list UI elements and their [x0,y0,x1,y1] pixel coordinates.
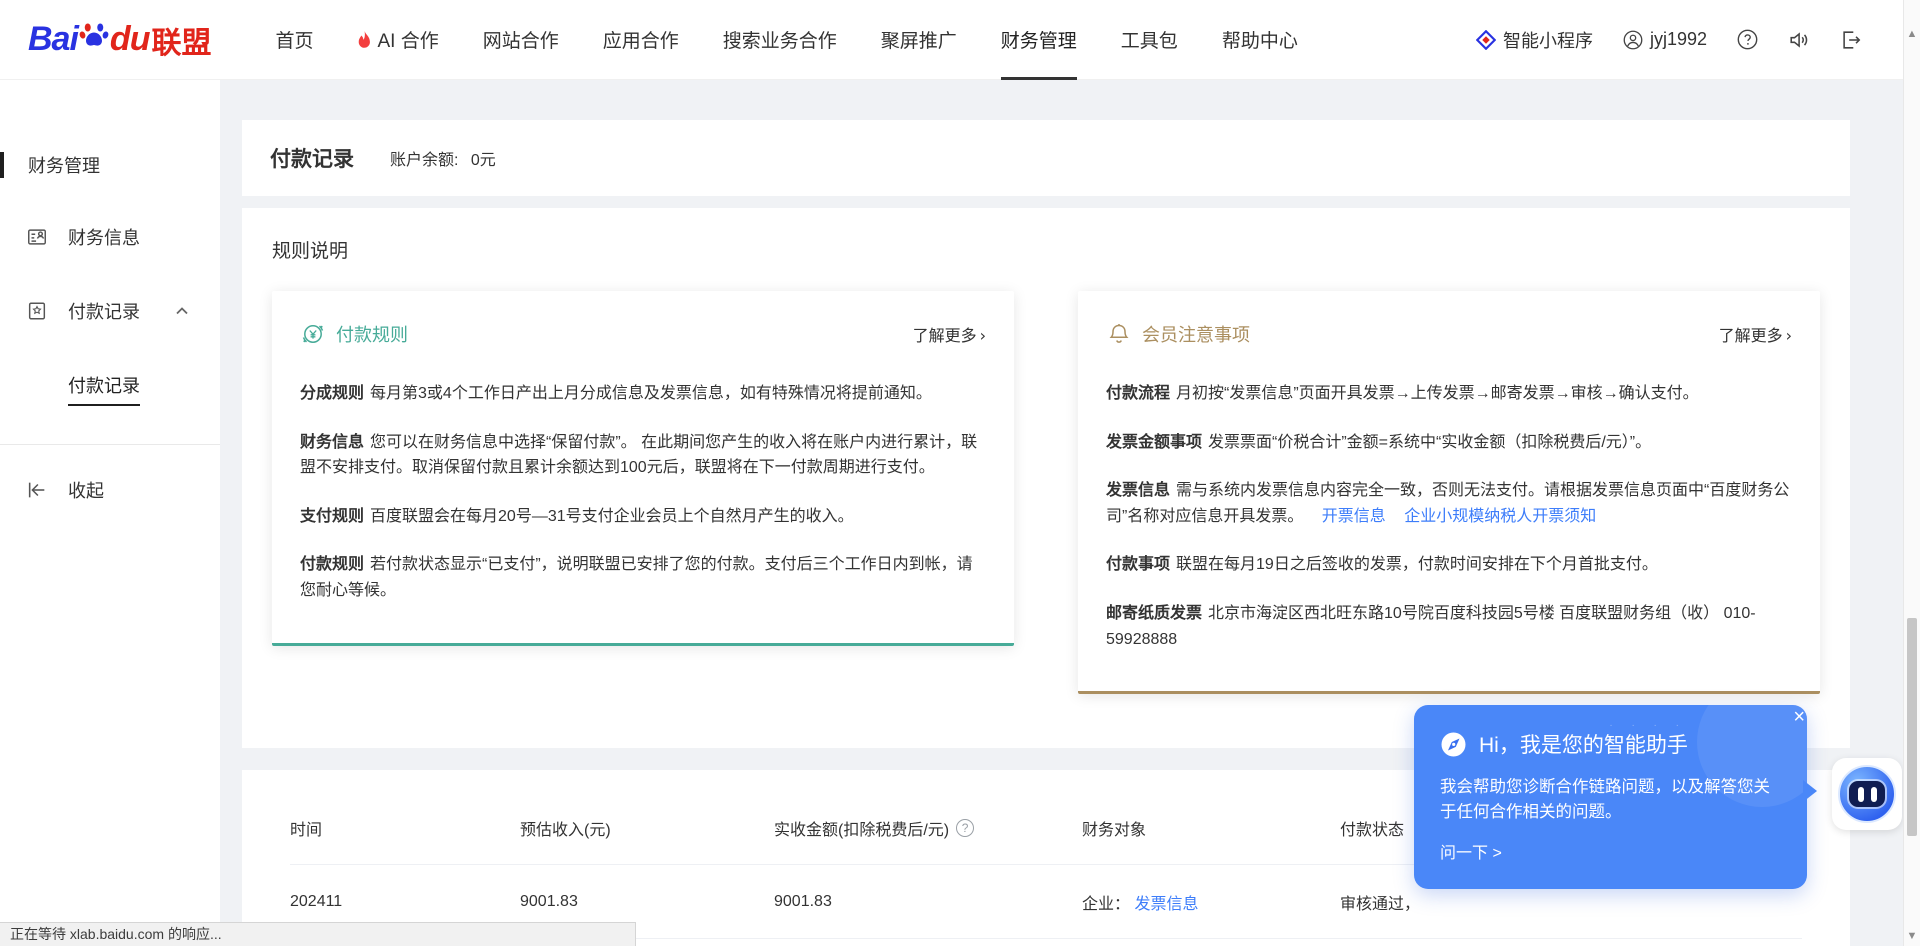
browser-status-bar: 正在等待 xlab.baidu.com 的响应... [0,922,636,946]
id-card-icon [26,226,48,248]
rule-item: 发票金额事项发票票面“价税合计”金额=系统中“实收金额（扣除税费后/元）”。 [1106,430,1792,456]
cell-entity: 企业： 发票信息 [1082,865,1340,939]
assistant-message: 我会帮助您诊断合作链路问题，以及解答您关于任何合作相关的问题。 [1440,775,1781,825]
nav-item-toolkit[interactable]: 工具包 [1099,0,1200,80]
nav-item-ai[interactable]: AI 合作 [335,0,460,80]
close-icon[interactable]: × [1793,707,1805,727]
ask-link[interactable]: 问一下 > [1440,839,1781,863]
cell-actual: -- [774,939,1082,946]
nav-item-finance[interactable]: 财务管理 [979,0,1099,80]
sidebar-divider [0,444,220,445]
rule-item: 财务信息您可以在财务信息中选择“保留付款”。 在此期间您产生的收入将在账户内进行… [300,430,986,481]
scrollbar-thumb[interactable] [1907,618,1917,836]
col-time: 时间 [290,786,520,865]
coin-icon [300,321,326,347]
account-balance-value: 0元 [471,152,496,169]
vertical-scrollbar[interactable]: ▲ ▼ [1903,0,1920,946]
popup-arrow [1803,780,1817,802]
nav-item-home[interactable]: 首页 [253,0,335,80]
sidebar-collapse-button[interactable]: 收起 [0,477,220,503]
baidu-union-logo[interactable]: Bai du 联盟 [28,18,211,62]
rule-item: 邮寄纸质发票北京市海淀区西北旺东路10号院百度科技园5号楼 百度联盟财务组（收）… [1106,601,1792,652]
logo-text-bai: Bai [28,20,78,59]
invoice-info-link[interactable]: 开票信息 [1322,508,1386,525]
scroll-down-arrow[interactable]: ▼ [1904,930,1920,942]
nav-item-website-coop[interactable]: 网站合作 [461,0,581,80]
chevron-up-icon[interactable] [174,303,190,319]
sidebar-section-title: 财务管理 [0,152,220,178]
rule-item: 分成规则每月第3或4个工作日产出上月分成信息及发票信息，如有特殊情况将提前通知。 [300,381,986,407]
invoice-info-cell-link[interactable]: 发票信息 [1134,896,1198,913]
bell-icon [1106,321,1132,347]
account-balance: 账户余额: 0元 [390,146,496,170]
rule-item: 付款流程月初按“发票信息”页面开具发票→上传发票→邮寄发票→审核→确认支付。 [1106,381,1792,407]
paw-icon [79,20,109,50]
small-taxpayer-guide-link[interactable]: 企业小规模纳税人开票须知 [1404,508,1596,525]
assistant-greeting: Hi，我是您的智能助手 [1479,729,1688,759]
fire-icon [357,31,372,49]
help-icon[interactable] [1737,29,1758,50]
mini-program-diamond-icon [1476,30,1496,50]
rules-section-card: 规则说明 付款规则 [242,208,1850,748]
rule-item: 支付规则百度联盟会在每月20号—31号支付企业会员上个自然月产生的收入。 [300,504,986,530]
mini-program-entry[interactable]: 智能小程序 [1476,27,1593,53]
collapse-icon [26,479,48,501]
chevron-right-icon: › [980,326,986,345]
scroll-up-arrow[interactable]: ▲ [1904,28,1920,40]
nav-right: 智能小程序 jyj1992 [1476,27,1886,53]
sidebar-item-label: 财务信息 [68,224,140,250]
assistant-robot-button[interactable] [1832,758,1902,830]
payment-rules-card: 付款规则 了解更多› 分成规则每月第3或4个工作日产出上月分成信息及发票信息，如… [272,291,1014,646]
user-account[interactable]: jyj1992 [1623,29,1707,50]
cell-status: -- [1340,939,1802,946]
nav-menu: 首页 AI 合作 网站合作 应用合作 搜索业务合作 聚屏推广 财务管理 工具包 … [253,0,1319,80]
question-circle-icon[interactable]: ? [956,819,974,837]
page-title: 付款记录 [270,143,354,173]
payment-rules-learn-more[interactable]: 了解更多› [913,322,986,346]
nav-item-help-center[interactable]: 帮助中心 [1200,0,1320,80]
member-notes-learn-more[interactable]: 了解更多› [1719,322,1792,346]
col-estimated-income: 预估收入(元) [520,786,774,865]
cell-actual: 9001.83 [774,865,1082,939]
member-notes-card: 会员注意事项 了解更多› 付款流程月初按“发票信息”页面开具发票→上传发票→邮寄… [1078,291,1820,694]
sidebar-subitem-payment-records[interactable]: 付款记录 [0,372,220,398]
user-icon [1623,30,1643,50]
robot-avatar [1838,765,1896,823]
sidebar-item-finance-info[interactable]: 财务信息 [0,224,220,250]
top-nav: Bai du 联盟 首页 AI 合作 网站合作 应用合作 搜索业务合作 聚屏推广… [0,0,1920,80]
cell-entity: 企业 [1082,939,1340,946]
nav-item-search-coop[interactable]: 搜索业务合作 [701,0,859,80]
sidebar-item-label: 付款记录 [68,298,140,324]
rule-item: 付款事项联盟在每月19日之后签收的发票，付款时间安排在下个月首批支付。 [1106,552,1792,578]
chevron-right-icon: › [1786,326,1792,345]
logo-text-union: 联盟 [151,18,211,62]
nav-item-screen-promo[interactable]: 聚屏推广 [859,0,979,80]
sidebar-item-payment-records[interactable]: 付款记录 [0,298,220,324]
rule-item: 发票信息需与系统内发票信息内容完全一致，否则无法支付。请根据发票信息页面中“百度… [1106,478,1792,529]
rules-section-title: 规则说明 [272,236,1820,263]
member-notes-title: 会员注意事项 [1142,321,1250,347]
receipt-star-icon [26,300,48,322]
nav-item-app-coop[interactable]: 应用合作 [581,0,701,80]
col-finance-entity: 财务对象 [1082,786,1340,865]
assistant-popup: · · · ·· · · · × Hi，我是您的智能助手 我会帮助您诊断合作链路… [1414,705,1807,889]
logo-text-du: du [110,20,150,59]
sound-icon[interactable] [1788,29,1810,51]
payment-records-header-card: 付款记录 账户余额: 0元 [242,120,1850,196]
sidebar: 财务管理 财务信息 付款记录 付款记录 [0,80,220,946]
compass-icon [1440,731,1467,758]
logout-icon[interactable] [1840,29,1862,51]
col-actual-amount: 实收金额(扣除税费后/元) ? [774,786,1082,865]
rule-item: 付款规则若付款状态显示“已支付”，说明联盟已安排了您的付款。支付后三个工作日内到… [300,552,986,603]
payment-rules-title: 付款规则 [336,321,408,347]
